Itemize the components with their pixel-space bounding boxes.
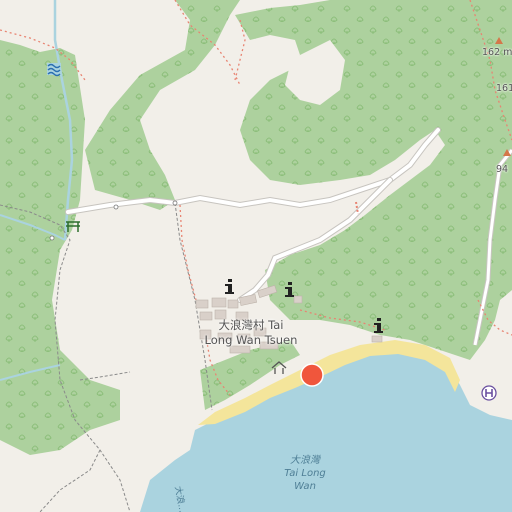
bay-label-en-1: Tai Long (284, 468, 326, 479)
map-view[interactable]: 大浪灣村 Tai Long Wan Tsuen 大浪灣 Tai Long Wan… (0, 0, 512, 512)
village-label-en: Long Wan Tsuen (204, 333, 298, 347)
bay-label-en-2: Wan (294, 481, 316, 492)
village-label-zh: 大浪灣村 Tai (218, 318, 284, 332)
peak-label-3: 94 (496, 164, 509, 175)
map-canvas[interactable] (0, 0, 512, 512)
location-marker[interactable] (300, 363, 324, 387)
bay-label: 大浪灣 Tai Long Wan (265, 454, 345, 493)
village-label: 大浪灣村 Tai Long Wan Tsuen (196, 318, 306, 348)
peak-label-1: 162 m (482, 47, 512, 58)
waterfall-icon[interactable] (47, 63, 61, 77)
peak-label-2: 161 (496, 83, 512, 94)
helipad-icon[interactable] (481, 385, 497, 401)
bay-label-zh: 大浪灣 (290, 455, 320, 466)
